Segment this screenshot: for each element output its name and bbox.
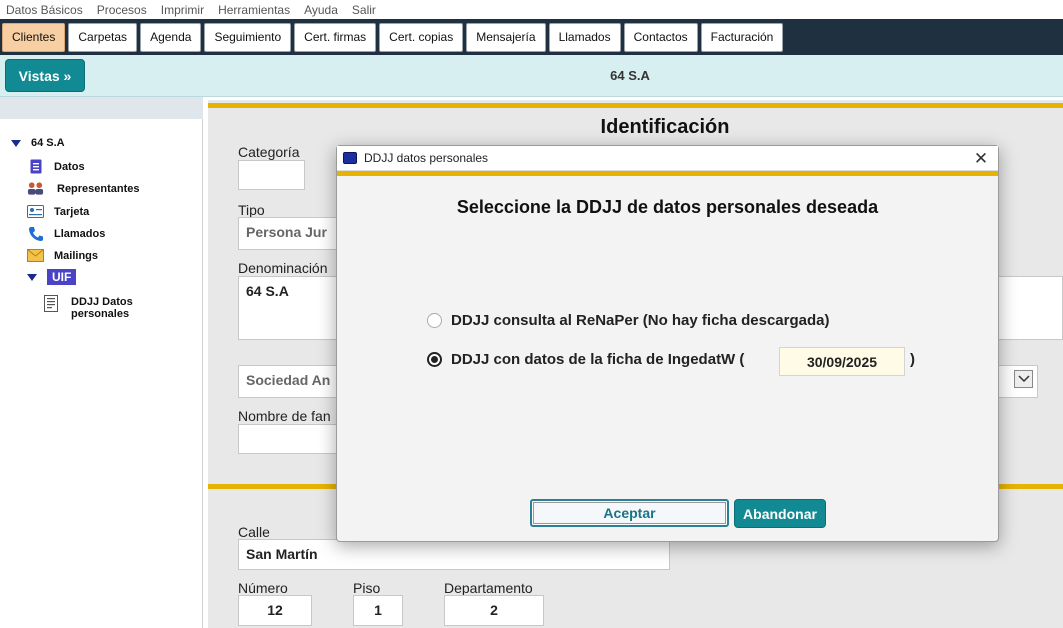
form-document-icon (42, 295, 59, 312)
tree-item-label: Tarjeta (54, 205, 90, 218)
tab-agenda[interactable]: Agenda (140, 22, 202, 52)
sidebar-header (0, 97, 203, 119)
tree-item-uif[interactable]: UIF (27, 269, 77, 285)
tree-item-label: Mailings (54, 249, 99, 262)
vistas-button[interactable]: Vistas » (5, 59, 85, 92)
section-title: Identificación (600, 116, 730, 138)
calle-field[interactable]: San Martín (238, 539, 670, 570)
tab-carpetas[interactable]: Carpetas (68, 22, 138, 52)
tab-cert-firmas[interactable]: Cert. firmas (294, 22, 377, 52)
denominacion-field[interactable]: 64 S.A (238, 276, 348, 340)
expand-triangle-icon[interactable] (27, 273, 37, 281)
tree-item-representantes[interactable]: Representantes (27, 181, 140, 196)
tree-item-label: Llamados (54, 227, 106, 240)
people-group-icon (27, 181, 44, 196)
document-icon (27, 159, 44, 174)
chevron-down-icon[interactable] (1014, 370, 1033, 388)
menu-procesos[interactable]: Procesos (97, 3, 147, 17)
option-ingedatw-label: DDJJ con datos de la ficha de IngedatW ( (451, 351, 745, 368)
tipo-sociedad-select[interactable]: Sociedad An (238, 365, 348, 398)
sidebar: 64 S.A Datos Representantes Tarjeta Llam… (0, 97, 203, 628)
radio-ingedatw[interactable] (427, 352, 442, 367)
tree-item-label: Datos (54, 160, 85, 173)
tipo-label: Tipo (238, 202, 265, 218)
tree-item-datos[interactable]: Datos (27, 159, 85, 174)
option-ingedatw-suffix: ) (910, 351, 915, 368)
option-renaper[interactable]: DDJJ consulta al ReNaPer (No hay ficha d… (427, 312, 829, 329)
app-window-icon (343, 152, 357, 164)
tree-item-ddjj-datos-personales[interactable]: DDJJ Datos personales (42, 295, 133, 320)
tab-cert-copias[interactable]: Cert. copias (379, 22, 464, 52)
denominacion-label: Denominación (238, 260, 328, 276)
menu-ayuda[interactable]: Ayuda (304, 3, 338, 17)
option-ingedatw[interactable]: DDJJ con datos de la ficha de IngedatW ( (427, 351, 744, 368)
ddjj-dialog: DDJJ datos personales ✕ Seleccione la DD… (336, 145, 999, 542)
dialog-divider (337, 171, 998, 176)
calle-label: Calle (238, 524, 270, 540)
id-card-icon (27, 204, 44, 219)
tree-root[interactable]: 64 S.A (11, 137, 65, 149)
tree-item-tarjeta[interactable]: Tarjeta (27, 204, 89, 219)
dialog-heading: Seleccione la DDJJ de datos personales d… (456, 197, 879, 217)
radio-renaper[interactable] (427, 313, 442, 328)
option-renaper-label: DDJJ consulta al ReNaPer (No hay ficha d… (451, 312, 830, 329)
page-header: Vistas » 64 S.A (0, 55, 1063, 97)
categoria-label: Categoría (238, 144, 300, 160)
denominacion-field-right (997, 276, 1063, 340)
ficha-date-field[interactable]: 30/09/2025 (779, 347, 905, 376)
accept-button[interactable]: Aceptar (530, 499, 729, 527)
menu-imprimir[interactable]: Imprimir (161, 3, 204, 17)
nombre-fantasia-field[interactable] (238, 424, 348, 454)
categoria-field[interactable] (238, 160, 305, 190)
nombre-fantasia-label: Nombre de fan (238, 408, 331, 424)
tab-mensajeria[interactable]: Mensajería (466, 22, 546, 52)
close-icon[interactable]: ✕ (972, 149, 990, 169)
tree-item-label: Representantes (57, 182, 140, 195)
page-title: 64 S.A (610, 68, 650, 83)
cancel-button[interactable]: Abandonar (734, 499, 826, 528)
dialog-titlebar[interactable]: DDJJ datos personales ✕ (337, 146, 998, 171)
tab-contactos[interactable]: Contactos (623, 22, 698, 52)
piso-field[interactable]: 1 (353, 595, 403, 626)
menu-datos-basicos[interactable]: Datos Básicos (6, 3, 83, 17)
tipo-field[interactable]: Persona Jur (238, 217, 348, 250)
piso-label: Piso (353, 580, 381, 596)
departamento-field[interactable]: 2 (444, 595, 544, 626)
numero-label: Número (238, 580, 288, 596)
tree-item-label: DDJJ Datos (71, 296, 133, 308)
tree-item-llamados[interactable]: Llamados (27, 226, 105, 241)
menu-herramientas[interactable]: Herramientas (218, 3, 290, 17)
menu-bar: Datos Básicos Procesos Imprimir Herramie… (0, 0, 1063, 19)
tab-facturacion[interactable]: Facturación (700, 22, 784, 52)
envelope-icon (27, 248, 44, 263)
dialog-title: DDJJ datos personales (364, 151, 489, 165)
tree-item-label: personales (71, 308, 130, 320)
tree-item-uif-label: UIF (47, 269, 77, 285)
tree-item-mailings[interactable]: Mailings (27, 248, 98, 263)
numero-field[interactable]: 12 (238, 595, 312, 626)
tab-toolbar: Clientes Carpetas Agenda Seguimiento Cer… (0, 19, 1063, 55)
tab-seguimiento[interactable]: Seguimiento (204, 22, 292, 52)
tab-clientes[interactable]: Clientes (2, 22, 66, 52)
phone-icon (27, 226, 44, 241)
menu-salir[interactable]: Salir (352, 3, 376, 17)
expand-triangle-icon[interactable] (11, 139, 21, 147)
tree-root-label: 64 S.A (31, 137, 65, 149)
section-divider (208, 103, 1063, 108)
departamento-label: Departamento (444, 580, 533, 596)
tab-llamados[interactable]: Llamados (548, 22, 621, 52)
